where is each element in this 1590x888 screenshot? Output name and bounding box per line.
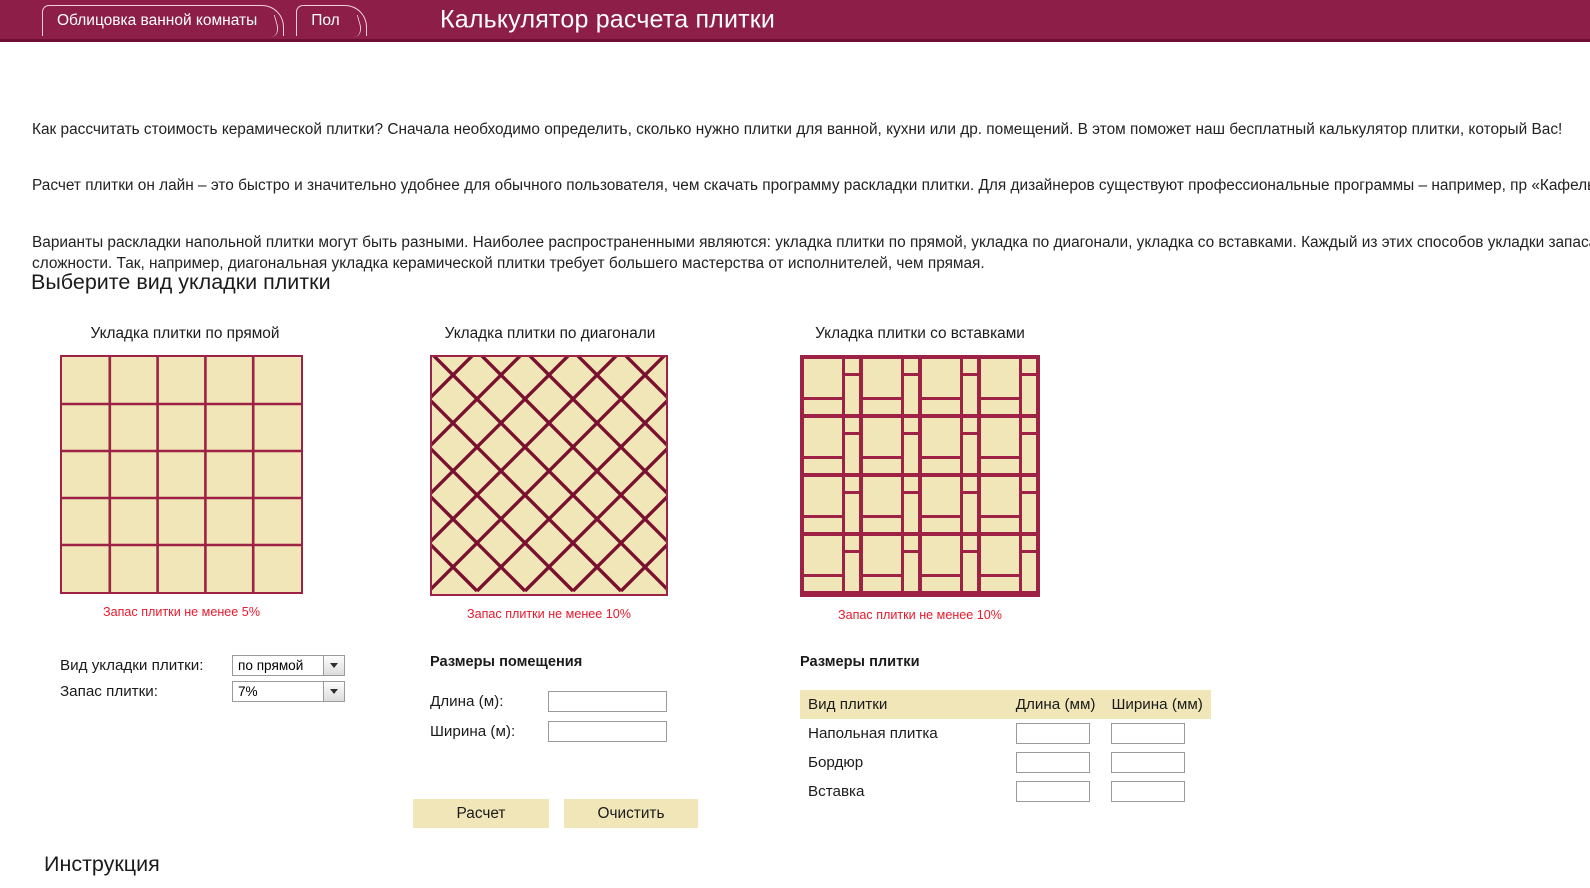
tile-border-width-cell — [1103, 748, 1210, 777]
tile-insert-width-input[interactable] — [1111, 781, 1186, 802]
tile-reserve-row: Запас плитки: 7% — [60, 680, 345, 702]
calculate-button[interactable]: Расчет — [413, 799, 549, 828]
tile-border-length-input[interactable] — [1015, 752, 1090, 773]
pattern-title-diagonal: Укладка плитки по диагонали — [444, 325, 656, 342]
tile-type-floor-label: Напольная плитка — [808, 725, 938, 742]
pattern-card-inserts[interactable]: Укладка плитки со вставками Запас плитки… — [800, 325, 1040, 622]
pattern-card-diagonal[interactable]: Укладка плитки по диагонали Запас плитки… — [430, 325, 670, 621]
tile-insert-length-cell — [1008, 777, 1104, 806]
pattern-image-inserts[interactable] — [800, 355, 1040, 597]
section-title-instruction: Инструкция — [44, 852, 160, 876]
inserts-tile-svg — [802, 357, 1038, 595]
tile-floor-length-cell — [1008, 719, 1104, 748]
header-bar: Облицовка ванной комнаты Пол Калькулятор… — [0, 0, 1590, 42]
tab-bathroom-cladding-label: Облицовка ванной комнаты — [57, 12, 258, 29]
column-header-length: Длина (мм) — [1007, 690, 1104, 719]
tile-reserve-label: Запас плитки: — [60, 682, 158, 700]
tile-border-width-input[interactable] — [1111, 752, 1186, 773]
layout-type-row: Вид укладки плитки: по прямой — [60, 654, 345, 676]
column-header-width: Ширина (мм) — [1103, 690, 1211, 719]
room-length-row: Длина (м): — [430, 690, 667, 713]
tile-reserve-selected-value: 7% — [238, 683, 258, 699]
tile-dimensions-heading: Размеры плитки — [800, 654, 920, 670]
tile-floor-width-cell — [1103, 719, 1210, 748]
layout-type-selected-value: по прямой — [238, 657, 304, 673]
table-row: Напольная плитка — [800, 719, 1211, 748]
pattern-title-straight: Укладка плитки по прямой — [90, 325, 280, 342]
clear-button[interactable]: Очистить — [564, 799, 698, 828]
tab-bathroom-cladding[interactable]: Облицовка ванной комнаты — [42, 5, 285, 36]
pattern-note-straight: Запас плитки не менее 5% — [102, 605, 261, 619]
pattern-card-straight[interactable]: Укладка плитки по прямой Запас плитки не… — [60, 325, 310, 619]
pattern-image-diagonal[interactable] — [430, 355, 668, 596]
tab-strip: Облицовка ванной комнаты Пол — [42, 5, 367, 36]
tile-insert-width-cell — [1103, 777, 1210, 806]
intro-paragraph-2: Расчет плитки он лайн – это быстро и зна… — [32, 177, 1590, 195]
layout-settings-form: Вид укладки плитки: по прямой Запас плит… — [60, 654, 345, 706]
tab-floor[interactable]: Пол — [296, 5, 367, 36]
tab-floor-label: Пол — [311, 12, 340, 29]
action-buttons: Расчет Очистить — [413, 799, 698, 828]
tile-border-length-cell — [1008, 748, 1104, 777]
diagonal-tile-svg — [432, 357, 666, 594]
intro-paragraph-1: Как рассчитать стоимость керамической пл… — [32, 121, 1563, 139]
tile-dimensions-table: Вид плитки Длина (мм) Ширина (мм) Наполь… — [800, 690, 1211, 806]
room-width-row: Ширина (м): — [430, 720, 667, 743]
room-dimensions-heading: Размеры помещения — [430, 654, 583, 670]
tile-type-insert-label: Вставка — [808, 783, 865, 800]
room-length-label: Длина (м): — [430, 693, 504, 710]
table-header-row: Вид плитки Длина (мм) Ширина (мм) — [800, 690, 1211, 719]
layout-type-select[interactable]: по прямой — [232, 654, 345, 676]
room-length-input[interactable] — [548, 691, 667, 712]
table-row: Бордюр — [800, 748, 1211, 777]
pattern-note-diagonal: Запас плитки не менее 10% — [466, 607, 632, 621]
chevron-down-icon[interactable] — [323, 681, 344, 701]
tile-dimensions-form: Размеры плитки Вид плитки Длина (мм) Шир… — [800, 654, 1211, 806]
pattern-title-inserts: Укладка плитки со вставками — [815, 325, 1025, 342]
straight-tile-svg — [62, 357, 301, 592]
room-width-input[interactable] — [548, 721, 667, 742]
room-dimensions-form: Размеры помещения Длина (м): Ширина (м): — [430, 654, 667, 750]
layout-type-label: Вид укладки плитки: — [60, 656, 204, 674]
column-header-tile-type: Вид плитки — [800, 690, 1008, 719]
tile-insert-length-input[interactable] — [1015, 781, 1090, 802]
tile-floor-width-input[interactable] — [1111, 723, 1186, 744]
tile-floor-length-input[interactable] — [1015, 723, 1090, 744]
tile-reserve-select[interactable]: 7% — [232, 680, 345, 702]
tile-type-border-label: Бордюр — [808, 754, 864, 771]
intro-paragraph-3: Варианты раскладки напольной плитки могу… — [32, 234, 1590, 273]
section-title-choose-layout: Выберите вид укладки плитки — [31, 270, 331, 294]
pattern-note-inserts: Запас плитки не менее 10% — [837, 608, 1003, 622]
chevron-down-icon[interactable] — [323, 655, 344, 675]
page-title: Калькулятор расчета плитки — [440, 5, 776, 33]
table-row: Вставка — [800, 777, 1211, 806]
room-width-label: Ширина (м): — [430, 723, 516, 740]
pattern-image-straight[interactable] — [60, 355, 303, 594]
